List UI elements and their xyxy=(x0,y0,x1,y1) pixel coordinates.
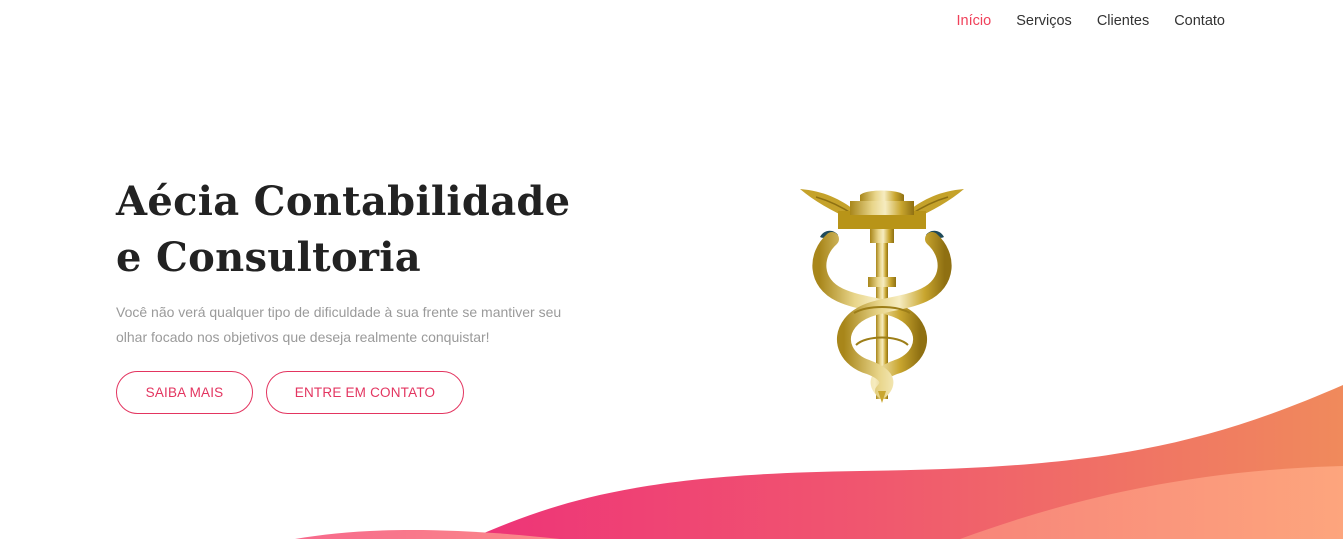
entre-em-contato-button[interactable]: ENTRE EM CONTATO xyxy=(266,371,464,414)
hero-subtitle: Você não verá qualquer tipo de dificulda… xyxy=(116,304,562,345)
nav-link-contato[interactable]: Contato xyxy=(1174,12,1225,30)
nav-link-servicos[interactable]: Serviços xyxy=(1016,12,1072,30)
wave-front xyxy=(295,529,560,539)
caduceus-icon xyxy=(796,185,968,405)
hero-title-line-2: e Consultoria xyxy=(116,234,422,281)
hero-title: Aécia Contabilidade e Consultoria xyxy=(116,174,596,286)
nav-link-clientes[interactable]: Clientes xyxy=(1097,12,1149,30)
hero-buttons: SAIBA MAIS ENTRE EM CONTATO xyxy=(116,371,596,414)
landing-page: Início Serviços Clientes Contato Aécia C… xyxy=(0,0,1343,539)
main-navigation: Início Serviços Clientes Contato xyxy=(957,12,1225,30)
wave-main xyxy=(470,385,1343,539)
wave-peach xyxy=(960,466,1343,539)
saiba-mais-button[interactable]: SAIBA MAIS xyxy=(116,371,253,414)
hero-title-line-1: Aécia Contabilidade xyxy=(116,178,571,225)
hero-section: Aécia Contabilidade e Consultoria Você n… xyxy=(116,174,596,414)
nav-link-inicio[interactable]: Início xyxy=(957,12,992,30)
